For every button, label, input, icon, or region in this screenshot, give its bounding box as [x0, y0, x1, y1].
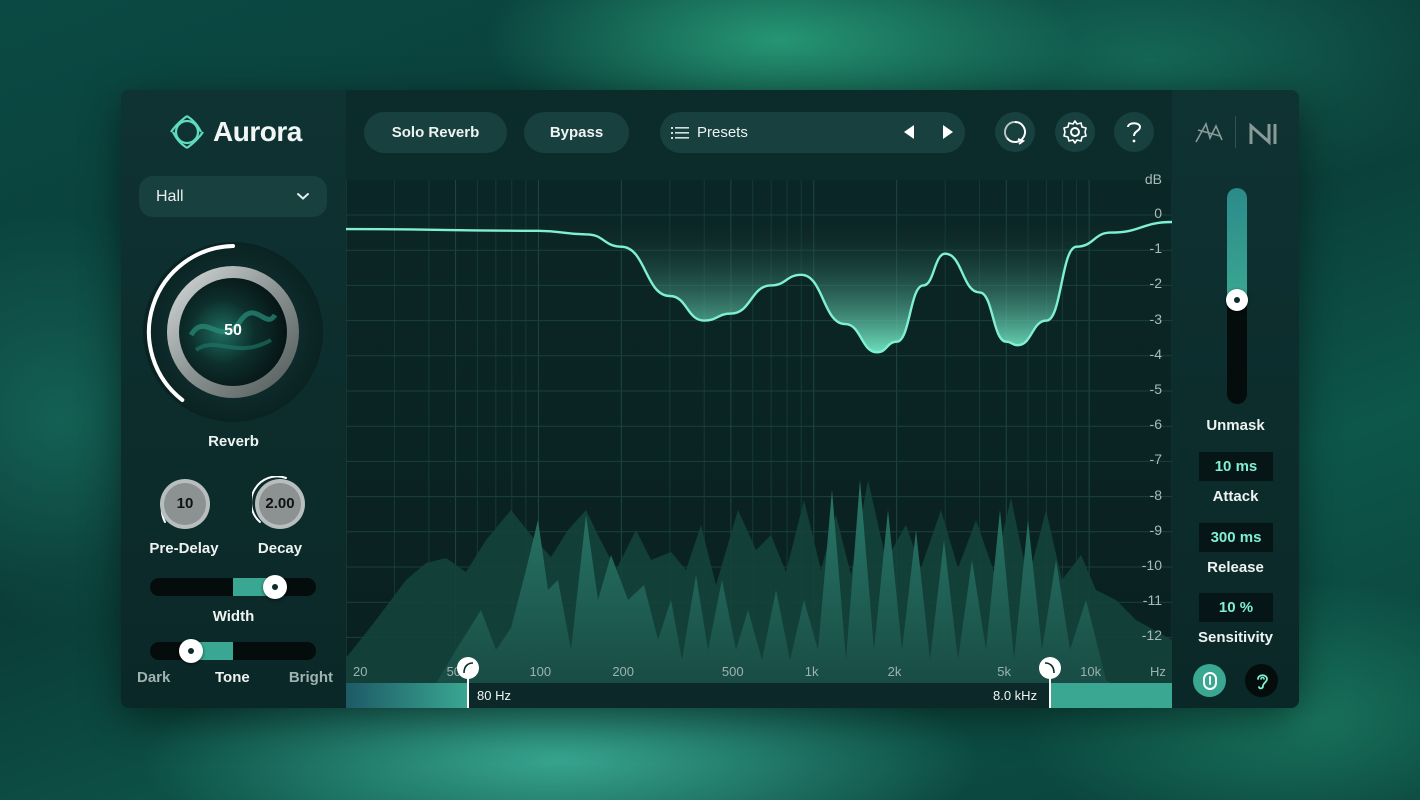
- next-arrow-icon[interactable]: [941, 124, 955, 140]
- tone-slider[interactable]: [150, 639, 316, 663]
- db-tick-label: -6: [1149, 416, 1162, 433]
- unmask-label: Unmask: [1206, 417, 1265, 434]
- listen-toggle[interactable]: [1245, 664, 1278, 697]
- low-cut-band: [346, 683, 468, 708]
- hz-unit-label: Hz: [1150, 664, 1166, 679]
- reverb-value: 50: [224, 322, 242, 339]
- hz-tick-label: 200: [612, 664, 635, 679]
- pre-delay-label: Pre-Delay: [149, 540, 219, 557]
- release-value[interactable]: 300 ms: [1199, 523, 1273, 552]
- db-tick-label: 0: [1154, 205, 1162, 221]
- decay-label: Decay: [257, 540, 303, 557]
- width-slider-thumb[interactable]: [263, 575, 287, 599]
- width-slider[interactable]: [150, 575, 316, 599]
- mode-dropdown[interactable]: Hall: [139, 176, 327, 217]
- brand-mark-icon: [1195, 121, 1223, 143]
- power-icon: [1202, 671, 1217, 690]
- right-panel: Unmask 10 ms Attack 300 ms Release 10 % …: [1172, 90, 1299, 708]
- db-tick-label: -3: [1149, 310, 1162, 327]
- gear-icon: [1063, 120, 1087, 144]
- decay-value: 2.00: [265, 495, 295, 512]
- prev-arrow-icon[interactable]: [902, 124, 916, 140]
- reverb-label: Reverb: [208, 433, 259, 450]
- history-icon: [1004, 121, 1026, 145]
- hz-tick-label: 20: [353, 664, 368, 679]
- tone-bright-label: Bright: [288, 669, 333, 686]
- reverb-knob[interactable]: 50: [141, 240, 325, 424]
- app-title: Aurora: [213, 116, 302, 147]
- high-cut-band: [1050, 683, 1172, 708]
- help-button[interactable]: [1114, 112, 1154, 152]
- db-tick-label: -12: [1141, 627, 1162, 644]
- hz-tick-label: 10k: [1080, 664, 1102, 679]
- hz-tick-label: 5k: [997, 664, 1011, 679]
- sensitivity-label: Sensitivity: [1197, 629, 1274, 646]
- pre-delay-knob[interactable]: 10: [157, 476, 213, 532]
- mode-dropdown-value: Hall: [156, 187, 184, 205]
- history-button[interactable]: [995, 112, 1035, 152]
- db-tick-label: -5: [1149, 381, 1162, 397]
- tone-label: Tone: [215, 669, 250, 686]
- hz-tick-label: 100: [529, 664, 552, 679]
- decay-knob[interactable]: 2.00: [250, 475, 308, 532]
- app-logo: Aurora: [167, 112, 302, 152]
- hz-tick-label: 1k: [804, 664, 819, 679]
- help-icon: [1127, 122, 1142, 143]
- eq-curve-chart: [346, 180, 1172, 708]
- attack-value[interactable]: 10 ms: [1199, 452, 1273, 481]
- hz-tick-label: 2k: [887, 664, 902, 679]
- db-unit-label: dB: [1144, 171, 1162, 187]
- settings-button[interactable]: [1055, 112, 1095, 152]
- pre-delay-value: 10: [176, 495, 194, 512]
- sensitivity-value[interactable]: 10 %: [1199, 593, 1273, 622]
- aurora-logo-icon: [170, 115, 204, 149]
- bypass-button[interactable]: Bypass: [524, 112, 629, 153]
- chevron-down-icon: [297, 193, 309, 200]
- left-panel: Aurora Hall 50 Reverb 10 Pre-Delay 2.00 …: [121, 90, 346, 708]
- low-cut-handle[interactable]: [457, 657, 479, 679]
- presets-label: Presets: [697, 124, 748, 141]
- db-tick-label: -1: [1149, 240, 1162, 257]
- brand-divider: [1235, 116, 1236, 148]
- ear-icon: [1256, 673, 1268, 689]
- db-tick-label: -11: [1142, 592, 1162, 609]
- db-tick-label: -7: [1149, 451, 1162, 468]
- low-cut-value: 80 Hz: [477, 688, 511, 703]
- tone-dark-label: Dark: [137, 669, 171, 686]
- solo-reverb-button[interactable]: Solo Reverb: [364, 112, 507, 153]
- ni-logo-icon: [1249, 122, 1277, 146]
- attack-label: Attack: [1212, 488, 1259, 505]
- unmask-slider-fill: [1227, 188, 1247, 301]
- power-toggle[interactable]: [1193, 664, 1226, 697]
- db-tick-label: -2: [1149, 275, 1162, 292]
- db-tick-label: -9: [1149, 521, 1162, 538]
- db-tick-label: -10: [1141, 557, 1162, 573]
- release-label: Release: [1207, 559, 1264, 576]
- list-icon: [671, 126, 689, 139]
- hz-tick-label: 500: [721, 664, 744, 679]
- width-label: Width: [212, 608, 255, 625]
- plugin-window: Aurora Hall 50 Reverb 10 Pre-Delay 2.00 …: [121, 90, 1299, 708]
- db-tick-label: -4: [1149, 345, 1162, 362]
- tone-slider-thumb[interactable]: [179, 639, 203, 663]
- presets-bar[interactable]: Presets: [660, 112, 965, 153]
- high-cut-value: 8.0 kHz: [993, 688, 1038, 703]
- high-cut-slope-icon: [1044, 662, 1055, 674]
- low-cut-slope-icon: [463, 662, 474, 674]
- eq-graph[interactable]: dB 0 -1 -2 -3 -4 -5 -6 -7 -8 -9 -10 -11 -12 20 50 100 20…: [346, 171, 1172, 708]
- high-cut-handle[interactable]: [1039, 657, 1061, 679]
- db-tick-label: -8: [1149, 486, 1162, 503]
